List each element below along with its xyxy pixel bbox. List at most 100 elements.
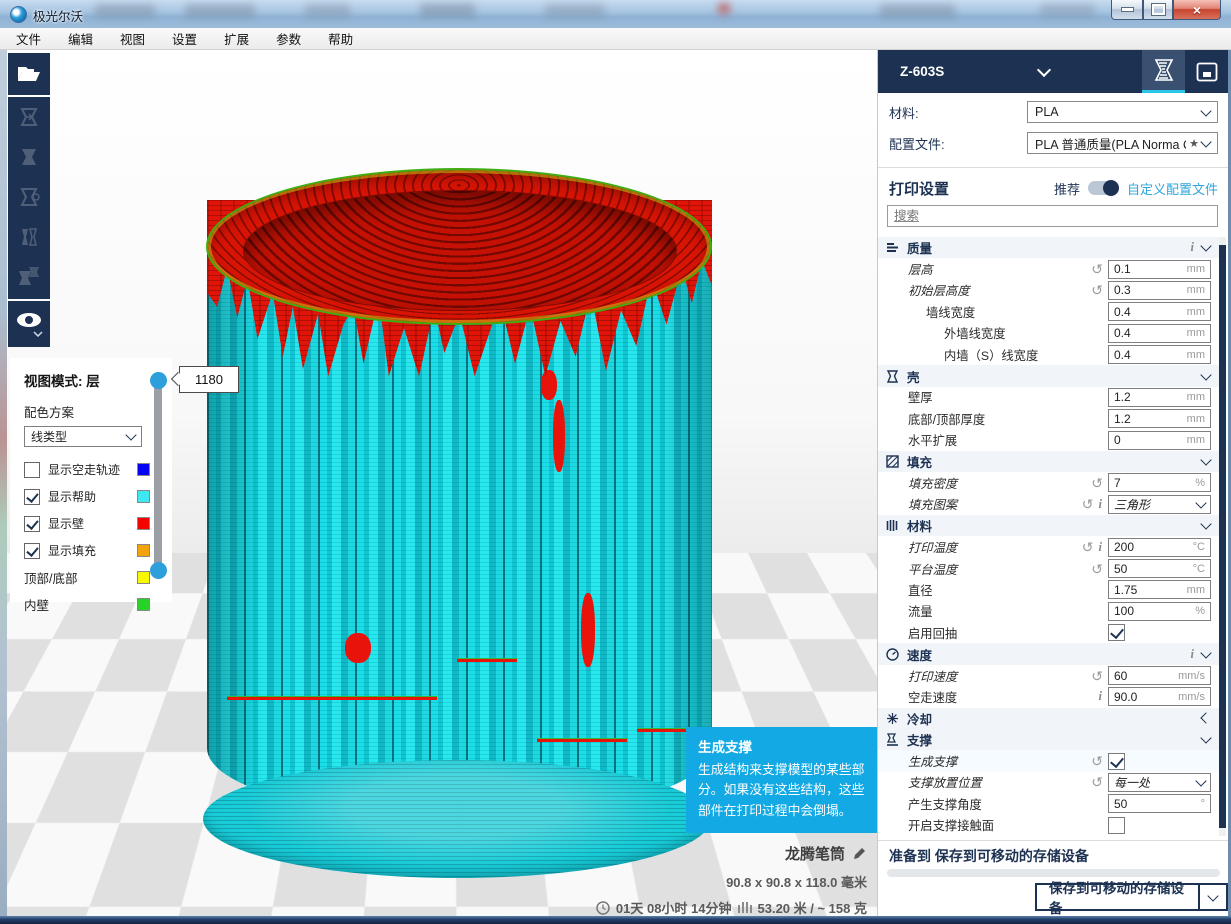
material-select[interactable]: PLA <box>1027 101 1218 123</box>
close-button[interactable]: × <box>1173 0 1221 20</box>
layer-slider-track[interactable] <box>154 372 162 578</box>
viewport-3d[interactable]: 视图模式: 层 配色方案 线类型 显示空走轨迹 显示帮助 显示壁 显示填充 <box>7 50 877 916</box>
section-material[interactable]: 材料 <box>878 515 1222 536</box>
view-visibility-button[interactable] <box>8 301 50 347</box>
section-speed[interactable]: 速度 i <box>878 643 1222 664</box>
save-options-dropdown[interactable] <box>1198 885 1226 909</box>
maximize-button[interactable] <box>1143 0 1173 20</box>
menu-extensions[interactable]: 扩展 <box>224 29 249 48</box>
inner-wall-color-swatch <box>137 598 150 611</box>
show-infill-checkbox[interactable] <box>24 543 40 559</box>
scale-tool-icon[interactable] <box>8 137 50 177</box>
setting-row: 外墙线宽度 0.4mm <box>878 323 1222 344</box>
section-quality[interactable]: 质量 i <box>878 237 1222 258</box>
show-travels-checkbox[interactable] <box>24 462 40 478</box>
material-row: 材料: PLA <box>878 100 1228 124</box>
settings-scrollbar-thumb[interactable] <box>1219 245 1226 828</box>
diameter-input[interactable]: 1.75mm <box>1108 580 1211 599</box>
info-icon[interactable]: i <box>1099 497 1102 512</box>
background-window-smudge <box>95 4 155 17</box>
rename-pencil-icon[interactable] <box>852 846 867 861</box>
enable-retraction-checkbox[interactable] <box>1108 624 1125 641</box>
search-input[interactable] <box>887 205 1218 227</box>
menu-view[interactable]: 视图 <box>120 29 145 48</box>
show-helpers-checkbox[interactable] <box>24 489 40 505</box>
printing-temperature-input[interactable]: 200°C <box>1108 538 1211 557</box>
support-interface-checkbox[interactable] <box>1108 817 1125 834</box>
favorite-star-icon[interactable]: ★ <box>1189 137 1199 150</box>
rotate-tool-icon[interactable] <box>8 177 50 217</box>
section-support[interactable]: 支撑 <box>878 729 1222 750</box>
menu-parameters[interactable]: 参数 <box>276 29 301 48</box>
menu-help[interactable]: 帮助 <box>328 29 353 48</box>
build-plate-temperature-input[interactable]: 50°C <box>1108 559 1211 578</box>
per-model-settings-tool-icon[interactable] <box>8 257 50 297</box>
support-placement-select[interactable]: 每一处 <box>1108 773 1211 792</box>
reset-icon[interactable]: ↺ <box>1091 562 1103 576</box>
reset-icon[interactable]: ↺ <box>1091 669 1103 683</box>
info-icon[interactable]: i <box>1099 689 1102 704</box>
reset-icon[interactable]: ↺ <box>1082 497 1094 511</box>
layer-slider-handle-top[interactable] <box>150 372 167 389</box>
support-angle-input[interactable]: 50° <box>1108 794 1211 813</box>
reset-icon[interactable]: ↺ <box>1082 540 1094 554</box>
info-icon[interactable]: i <box>1191 240 1194 255</box>
printer-name[interactable]: Z-603S <box>900 64 944 79</box>
tab-monitor[interactable] <box>1185 50 1228 93</box>
menu-edit[interactable]: 编辑 <box>68 29 93 48</box>
info-icon[interactable]: i <box>1191 647 1194 662</box>
info-icon[interactable]: i <box>1099 540 1102 555</box>
view-option-helpers[interactable]: 显示帮助 <box>24 483 172 510</box>
chevron-down-icon <box>1200 454 1211 465</box>
view-option-shell[interactable]: 显示壁 <box>24 510 172 537</box>
open-file-button[interactable] <box>8 53 50 95</box>
show-shell-checkbox[interactable] <box>24 516 40 532</box>
color-scheme-select[interactable]: 线类型 <box>24 426 142 447</box>
horizontal-expansion-input[interactable]: 0mm <box>1108 431 1211 450</box>
wall-thickness-input[interactable]: 1.2mm <box>1108 388 1211 407</box>
custom-profile-link[interactable]: 自定义配置文件 <box>1127 179 1218 198</box>
view-option-infill[interactable]: 显示填充 <box>24 537 172 564</box>
setting-row: 开启支撑接触面 <box>878 815 1222 836</box>
recommended-custom-toggle[interactable] <box>1088 181 1118 195</box>
slice-progress-bar <box>887 869 1220 877</box>
menu-settings[interactable]: 设置 <box>172 29 197 48</box>
line-width-input[interactable]: 0.4mm <box>1108 302 1211 321</box>
chevron-down-icon[interactable] <box>1037 62 1051 76</box>
minimize-button[interactable] <box>1111 0 1143 20</box>
reset-icon[interactable]: ↺ <box>1091 775 1103 789</box>
slicer-app-window: { "window": { "title": "极光尔沃" }, "menu":… <box>0 0 1231 924</box>
filament-usage: 53.20 米 / ~ 158 克 <box>758 898 868 916</box>
save-to-removable-button[interactable]: 保存到可移动的存储设备 <box>1035 883 1228 911</box>
tab-prepare[interactable] <box>1142 50 1185 93</box>
initial-layer-height-input[interactable]: 0.3mm <box>1108 281 1211 300</box>
print-speed-input[interactable]: 60mm/s <box>1108 666 1211 685</box>
reset-icon[interactable]: ↺ <box>1091 283 1103 297</box>
infill-pattern-select[interactable]: 三角形 <box>1108 495 1211 514</box>
mirror-tool-icon[interactable] <box>8 217 50 257</box>
section-cooling[interactable]: 冷却 <box>878 708 1222 729</box>
window-left-border <box>0 50 7 916</box>
move-tool-icon[interactable] <box>8 97 50 137</box>
menu-file[interactable]: 文件 <box>16 29 41 48</box>
reset-icon[interactable]: ↺ <box>1091 262 1103 276</box>
section-infill[interactable]: 填充 <box>878 451 1222 472</box>
flow-input[interactable]: 100% <box>1108 602 1211 621</box>
top-bottom-thickness-input[interactable]: 1.2mm <box>1108 409 1211 428</box>
reset-icon[interactable]: ↺ <box>1091 754 1103 768</box>
layer-height-input[interactable]: 0.1mm <box>1108 260 1211 279</box>
window-titlebar[interactable]: 极光尔沃 × <box>0 0 1231 28</box>
view-mode-panel: 视图模式: 层 配色方案 线类型 显示空走轨迹 显示帮助 显示壁 显示填充 <box>10 358 172 602</box>
outer-wall-line-width-input[interactable]: 0.4mm <box>1108 324 1211 343</box>
layer-slider-handle-bottom[interactable] <box>150 562 167 579</box>
background-window-smudge <box>185 4 255 17</box>
inner-wall-line-width-input[interactable]: 0.4mm <box>1108 345 1211 364</box>
infill-density-input[interactable]: 7% <box>1108 473 1211 492</box>
view-option-travels[interactable]: 显示空走轨迹 <box>24 456 172 483</box>
legend-inner-wall: 内壁 <box>24 591 172 618</box>
section-shell[interactable]: 壳 <box>878 365 1222 386</box>
profile-select[interactable]: PLA 普通质量(PLA Norma Qua ★ <box>1027 132 1218 154</box>
reset-icon[interactable]: ↺ <box>1091 476 1103 490</box>
travel-speed-input[interactable]: 90.0mm/s <box>1108 687 1211 706</box>
generate-support-checkbox[interactable] <box>1108 753 1125 770</box>
